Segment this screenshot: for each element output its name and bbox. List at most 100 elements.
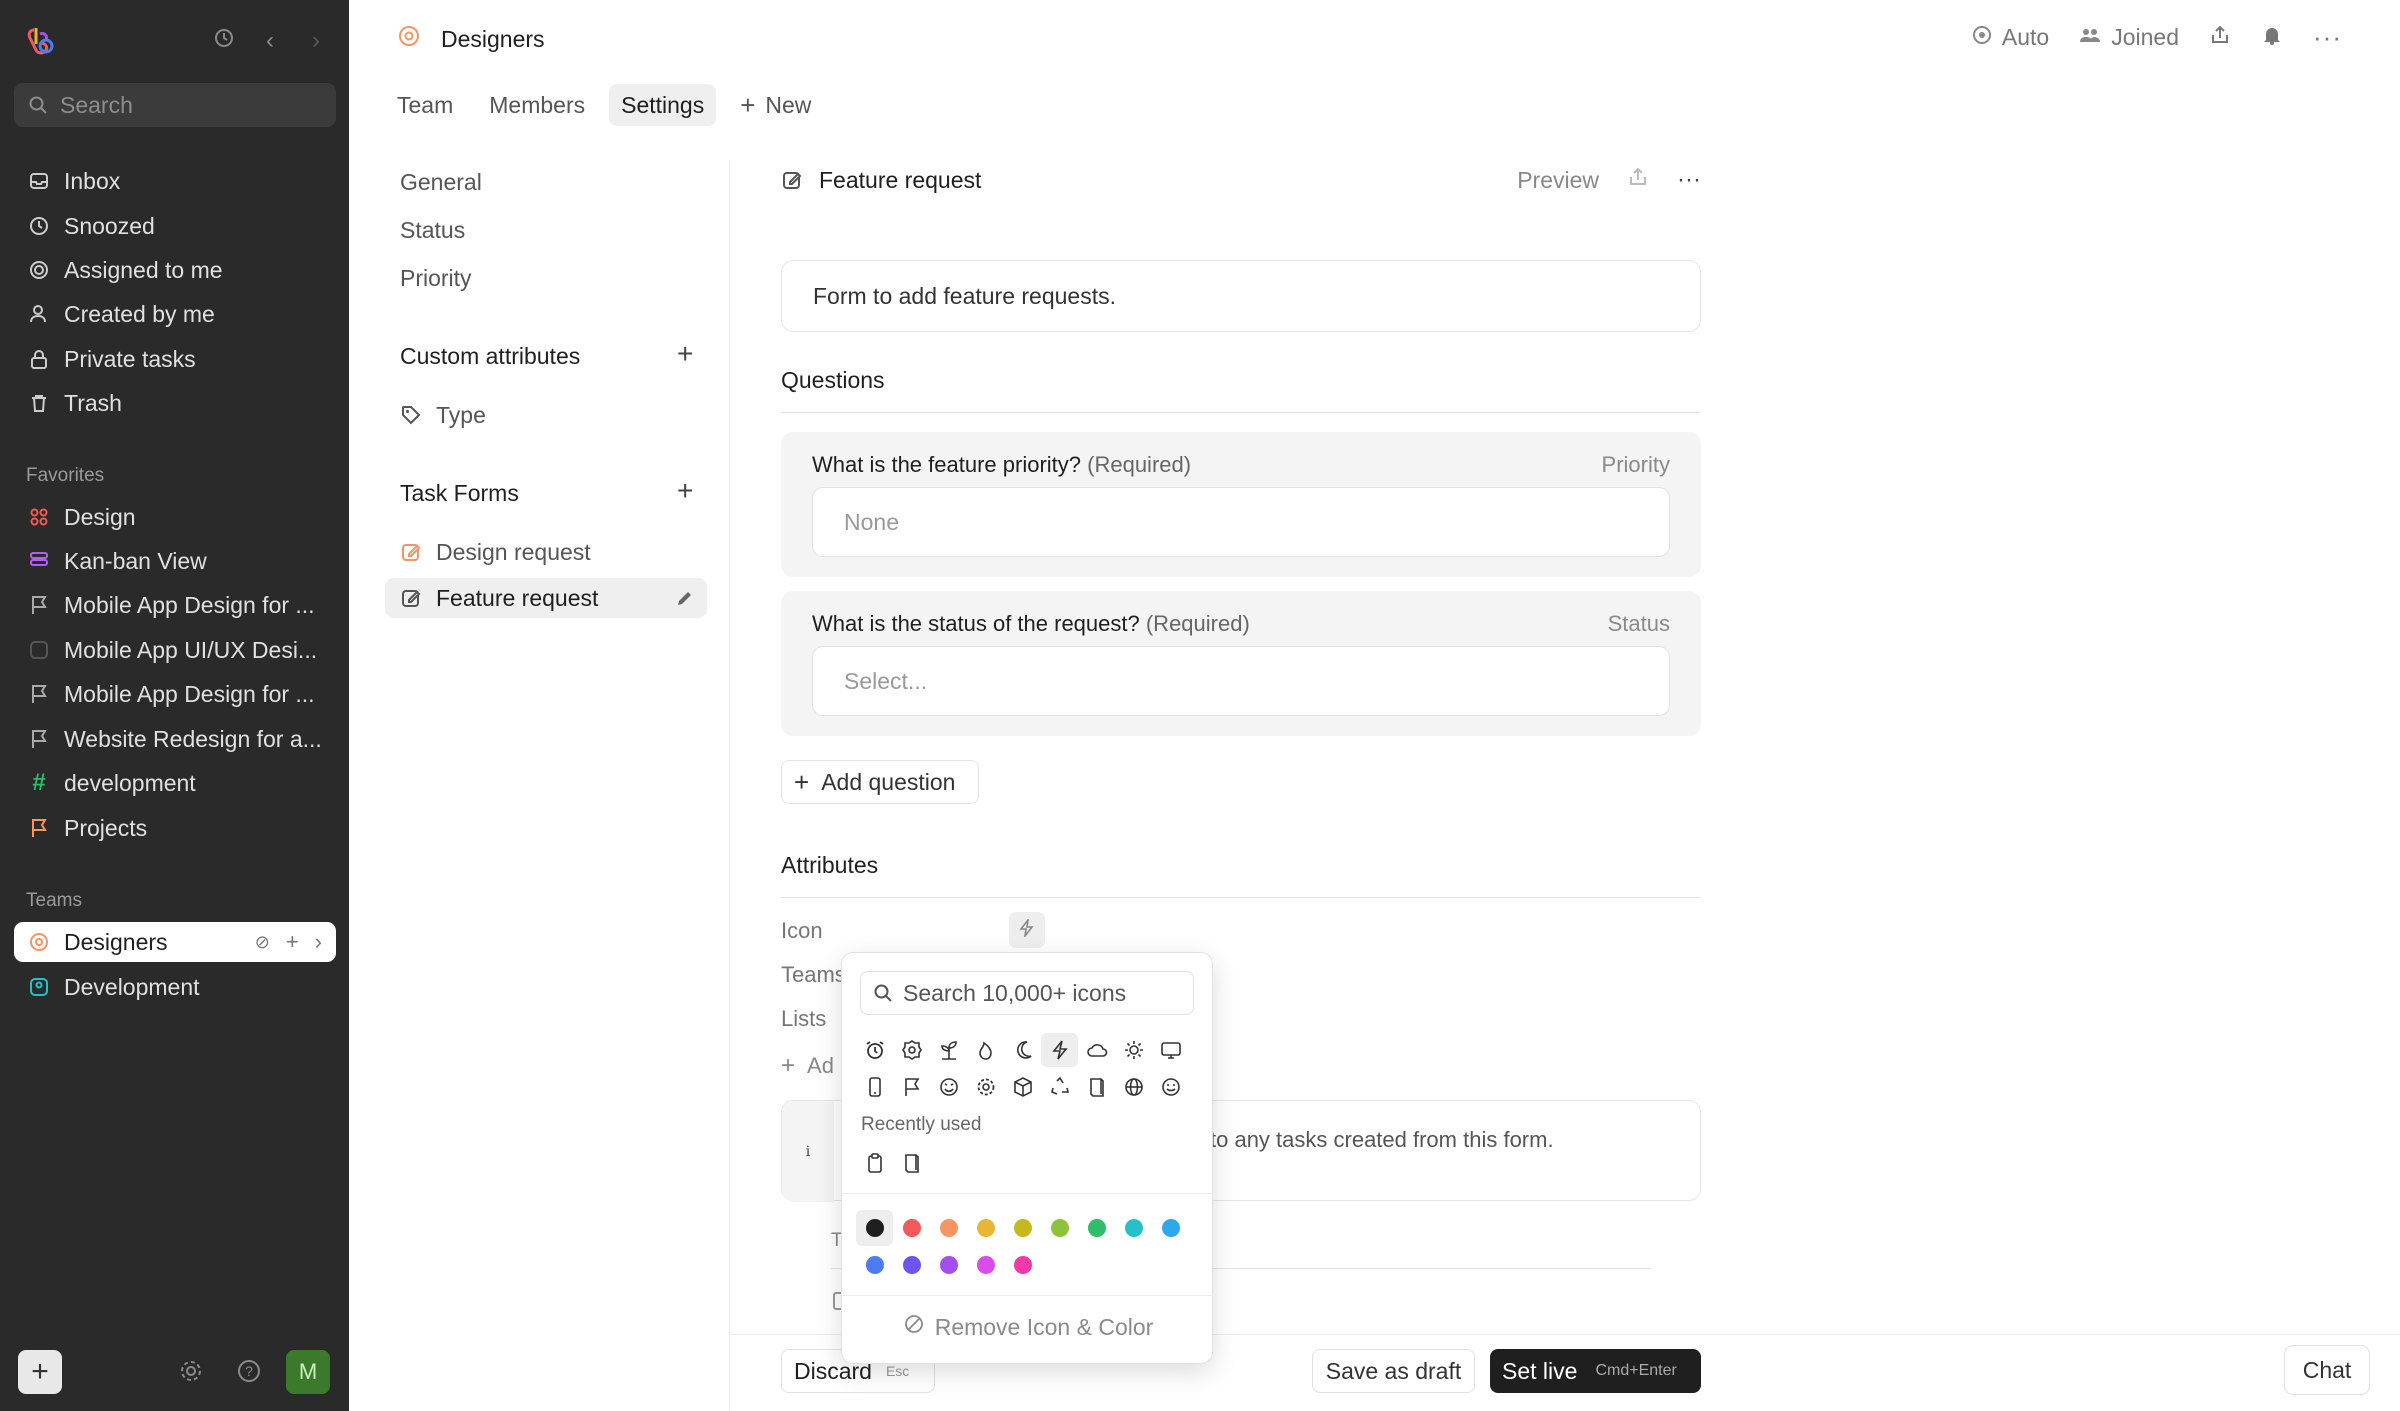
joined-button[interactable]: Joined bbox=[2079, 24, 2179, 51]
box-icon[interactable] bbox=[1004, 1070, 1041, 1104]
icon-search-input[interactable]: Search 10,000+ icons bbox=[860, 971, 1194, 1015]
color-swatch[interactable] bbox=[893, 1247, 930, 1283]
back-arrow-icon[interactable]: ‹ bbox=[256, 26, 284, 56]
add-icon[interactable]: + bbox=[286, 929, 299, 955]
add-attribute-button[interactable]: + Ad bbox=[781, 1052, 834, 1080]
favorite-item[interactable]: Kan-ban View bbox=[14, 541, 336, 581]
set-live-button[interactable]: Set live Cmd+Enter bbox=[1490, 1349, 1701, 1393]
cloud-icon[interactable] bbox=[1078, 1033, 1115, 1067]
color-swatch[interactable] bbox=[1041, 1210, 1078, 1246]
sidebar-item-snoozed[interactable]: Snoozed bbox=[14, 206, 336, 246]
clipboard-icon[interactable] bbox=[856, 1146, 893, 1180]
favorite-item[interactable]: Mobile App UI/UX Desi... bbox=[14, 630, 336, 670]
avatar[interactable]: M bbox=[286, 1350, 330, 1394]
create-button[interactable]: + bbox=[18, 1350, 62, 1394]
add-form-icon[interactable]: + bbox=[677, 475, 693, 507]
form-description[interactable]: Form to add feature requests. bbox=[781, 260, 1701, 332]
sidebar-item-trash[interactable]: Trash bbox=[14, 383, 336, 423]
chevron-right-icon[interactable]: › bbox=[315, 929, 322, 955]
icon-picker-button[interactable] bbox=[1009, 912, 1045, 948]
color-swatch[interactable] bbox=[856, 1247, 893, 1283]
edit-form-icon bbox=[400, 587, 422, 609]
tab-members[interactable]: Members bbox=[477, 84, 597, 126]
color-swatch[interactable] bbox=[1004, 1210, 1041, 1246]
color-swatch[interactable] bbox=[1078, 1210, 1115, 1246]
pencil-icon[interactable] bbox=[675, 588, 695, 608]
gear-icon[interactable] bbox=[178, 1358, 204, 1389]
more-icon[interactable]: ··· bbox=[2313, 22, 2342, 53]
color-swatch[interactable] bbox=[1004, 1247, 1041, 1283]
tab-team[interactable]: Team bbox=[385, 84, 465, 126]
favorite-item[interactable]: Mobile App Design for ... bbox=[14, 674, 336, 714]
remove-icon-color-button[interactable]: Remove Icon & Color bbox=[842, 1313, 1214, 1341]
priority-select[interactable]: None bbox=[812, 487, 1670, 557]
sidebar-item-assigned[interactable]: Assigned to me bbox=[14, 250, 336, 290]
sun-icon[interactable] bbox=[1115, 1033, 1152, 1067]
color-dot bbox=[1087, 1219, 1106, 1237]
forward-arrow-icon[interactable]: › bbox=[302, 26, 330, 56]
question-card[interactable]: What is the status of the request? (Requ… bbox=[781, 591, 1701, 736]
alarm-icon[interactable] bbox=[856, 1033, 893, 1067]
share-icon[interactable] bbox=[2209, 24, 2231, 52]
favorite-item[interactable]: # development bbox=[14, 763, 336, 803]
gear-icon[interactable] bbox=[967, 1070, 1004, 1104]
book-icon[interactable] bbox=[893, 1146, 930, 1180]
save-draft-button[interactable]: Save as draft bbox=[1312, 1349, 1475, 1393]
smiley-icon[interactable] bbox=[1152, 1070, 1189, 1104]
status-select[interactable]: Select... bbox=[812, 646, 1670, 716]
sidebar-search[interactable]: Search bbox=[14, 83, 336, 127]
history-icon[interactable] bbox=[210, 26, 238, 56]
moon-icon[interactable] bbox=[1004, 1033, 1041, 1067]
favorite-item[interactable]: Design bbox=[14, 497, 336, 537]
color-swatch[interactable] bbox=[930, 1210, 967, 1246]
app-logo[interactable] bbox=[24, 24, 58, 58]
color-swatch[interactable] bbox=[893, 1210, 930, 1246]
bolt-icon[interactable] bbox=[1041, 1033, 1078, 1067]
monitor-icon[interactable] bbox=[1152, 1033, 1189, 1067]
question-type: Priority bbox=[1601, 452, 1670, 477]
plant-icon[interactable] bbox=[930, 1033, 967, 1067]
form-item-feature-request[interactable]: Feature request bbox=[385, 578, 707, 618]
team-item-development[interactable]: Development bbox=[14, 967, 336, 1007]
settings-nav-priority[interactable]: Priority bbox=[385, 258, 707, 298]
team-item-designers[interactable]: Designers ⊘ + › bbox=[14, 922, 336, 962]
book-icon[interactable] bbox=[1078, 1070, 1115, 1104]
favorite-item[interactable]: Website Redesign for a... bbox=[14, 719, 336, 759]
tab-settings[interactable]: Settings bbox=[609, 84, 717, 126]
bell-icon[interactable] bbox=[2261, 24, 2283, 52]
check-circle-icon[interactable]: ⊘ bbox=[255, 932, 270, 953]
tab-new[interactable]: + New bbox=[728, 84, 823, 126]
smile-face-icon[interactable] bbox=[930, 1070, 967, 1104]
icon-picker-popover: Search 10,000+ icons Recently used Remov… bbox=[841, 952, 1214, 1364]
help-icon[interactable]: ? bbox=[236, 1358, 262, 1389]
preview-button[interactable]: Preview bbox=[1517, 167, 1599, 194]
settings-nav-general[interactable]: General bbox=[385, 162, 707, 202]
auto-button[interactable]: Auto bbox=[1972, 24, 2049, 51]
color-swatch[interactable] bbox=[1152, 1210, 1189, 1246]
recycle-icon[interactable] bbox=[1041, 1070, 1078, 1104]
color-swatch[interactable] bbox=[1115, 1210, 1152, 1246]
add-question-button[interactable]: + Add question bbox=[781, 760, 979, 804]
sidebar-item-created[interactable]: Created by me bbox=[14, 294, 336, 334]
color-swatch[interactable] bbox=[930, 1247, 967, 1283]
question-card[interactable]: What is the feature priority? (Required)… bbox=[781, 432, 1701, 577]
share-icon[interactable] bbox=[1627, 166, 1649, 194]
sidebar-item-private[interactable]: Private tasks bbox=[14, 339, 336, 379]
favorite-item[interactable]: Projects bbox=[14, 808, 336, 848]
more-icon[interactable]: ··· bbox=[1677, 166, 1701, 194]
add-attribute-icon[interactable]: + bbox=[677, 338, 693, 370]
sidebar-item-inbox[interactable]: Inbox bbox=[14, 161, 336, 201]
form-item-design-request[interactable]: Design request bbox=[385, 532, 707, 572]
color-swatch[interactable] bbox=[967, 1247, 1004, 1283]
settings-nav-type[interactable]: Type bbox=[385, 395, 707, 435]
settings-nav-status[interactable]: Status bbox=[385, 210, 707, 250]
favorite-item[interactable]: Mobile App Design for ... bbox=[14, 585, 336, 625]
flag-icon[interactable] bbox=[893, 1070, 930, 1104]
flame-icon[interactable] bbox=[967, 1033, 1004, 1067]
color-swatch[interactable] bbox=[967, 1210, 1004, 1246]
color-swatch[interactable] bbox=[856, 1210, 893, 1246]
phone-icon[interactable] bbox=[856, 1070, 893, 1104]
globe-icon[interactable] bbox=[1115, 1070, 1152, 1104]
chat-button[interactable]: Chat bbox=[2284, 1345, 2370, 1395]
badge-icon[interactable] bbox=[893, 1033, 930, 1067]
